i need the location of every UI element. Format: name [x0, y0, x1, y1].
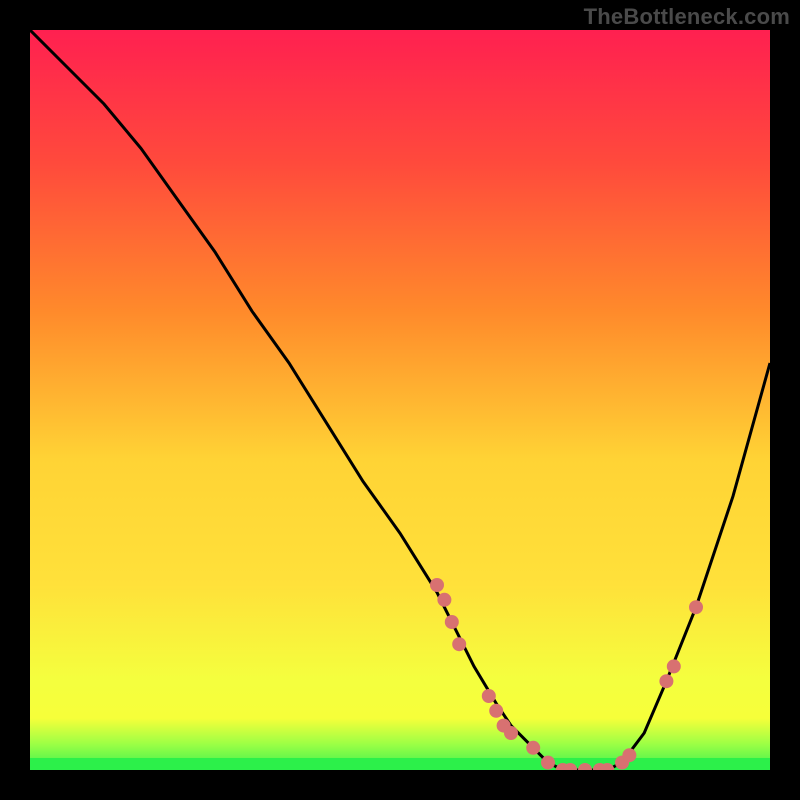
- data-point: [452, 637, 466, 651]
- data-point: [659, 674, 673, 688]
- data-point: [445, 615, 459, 629]
- data-point: [689, 600, 703, 614]
- plot-area: [30, 30, 770, 770]
- watermark-text: TheBottleneck.com: [584, 4, 790, 30]
- data-point: [667, 659, 681, 673]
- data-point: [430, 578, 444, 592]
- gradient-bg: [30, 30, 770, 770]
- data-point: [482, 689, 496, 703]
- bottleneck-chart: [30, 30, 770, 770]
- data-point: [541, 756, 555, 770]
- data-point: [437, 593, 451, 607]
- data-point: [489, 704, 503, 718]
- data-point: [504, 726, 518, 740]
- data-point: [526, 741, 540, 755]
- data-point: [622, 748, 636, 762]
- bottom-green-band: [30, 758, 770, 770]
- chart-frame: TheBottleneck.com: [0, 0, 800, 800]
